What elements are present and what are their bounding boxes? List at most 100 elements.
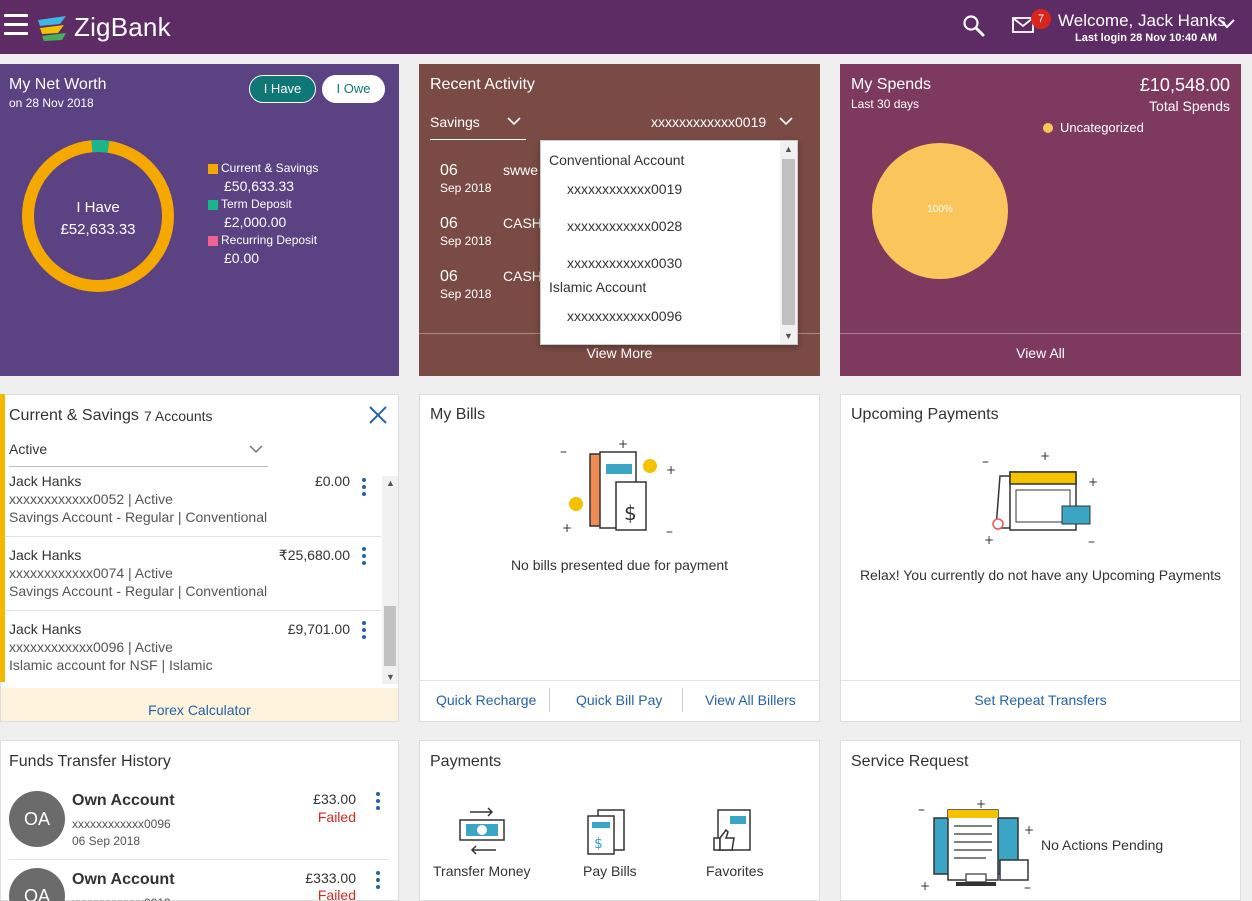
bills-illustration-icon: – + + – + $: [560, 438, 676, 538]
divider: [840, 333, 1241, 334]
pie-slice-label: 100%: [927, 204, 953, 215]
spends-period: Last 30 days: [851, 97, 920, 111]
service-request-title: Service Request: [851, 753, 969, 770]
net-worth-donut-chart: [22, 140, 174, 292]
upcoming-payments-card: [840, 394, 1241, 722]
search-icon[interactable]: [962, 14, 986, 38]
chevron-down-icon[interactable]: [506, 116, 522, 126]
svg-text:–: –: [1024, 880, 1031, 896]
transfer-payee-name[interactable]: Own Account: [72, 792, 175, 810]
pay-bills-icon[interactable]: $: [584, 808, 630, 856]
status-filter-select[interactable]: Active: [9, 441, 47, 457]
account-holder-name[interactable]: Jack Hanks: [9, 547, 81, 563]
current-savings-title: Current & Savings: [9, 407, 139, 424]
scroll-up-arrow[interactable]: ▲: [386, 478, 395, 488]
set-repeat-transfers-link[interactable]: Set Repeat Transfers: [840, 692, 1241, 708]
account-balance: ₹25,680.00: [278, 547, 350, 563]
legend-value: £50,633.33: [224, 178, 295, 194]
dropdown-option[interactable]: xxxxxxxxxxxx0030: [567, 255, 682, 271]
account-balance: £0.00: [314, 473, 350, 489]
svg-text:–: –: [560, 444, 567, 460]
transfer-money-label[interactable]: Transfer Money: [433, 863, 531, 879]
spends-total-label: Total Spends: [1149, 98, 1230, 114]
quick-bill-pay-link[interactable]: Quick Bill Pay: [576, 692, 662, 708]
view-more-link[interactable]: View More: [419, 345, 820, 361]
menu-icon[interactable]: [4, 14, 28, 36]
scroll-thumb[interactable]: [782, 159, 795, 325]
transfer-payee-name[interactable]: Own Account: [72, 871, 175, 889]
legend-label: Current & Savings: [221, 161, 319, 175]
dropdown-option[interactable]: xxxxxxxxxxxx0019: [567, 181, 682, 197]
close-icon[interactable]: [368, 405, 388, 425]
transfer-date: 06 Sep 2018: [72, 834, 141, 848]
account-type: Savings Account - Regular | Conventional: [9, 583, 268, 599]
donut-segment-current-savings: [22, 140, 174, 292]
net-worth-title: My Net Worth: [9, 76, 107, 93]
notification-badge[interactable]: 7: [1031, 9, 1051, 29]
forex-calculator-link[interactable]: Forex Calculator: [1, 702, 398, 718]
pay-bills-label[interactable]: Pay Bills: [583, 863, 637, 879]
transfer-money-icon[interactable]: [456, 806, 508, 858]
view-all-link[interactable]: View All: [840, 345, 1241, 361]
tab-i-owe[interactable]: I Owe: [322, 75, 385, 103]
divider: [420, 680, 819, 681]
chevron-down-icon[interactable]: [1218, 18, 1236, 30]
view-all-billers-link[interactable]: View All Billers: [705, 692, 796, 708]
scroll-down-arrow[interactable]: ▼: [386, 672, 395, 682]
transfer-amount: £33.00: [313, 791, 356, 807]
scroll-thumb[interactable]: [384, 606, 396, 666]
brand-name: ZigBank: [74, 12, 171, 42]
kebab-menu-icon[interactable]: [376, 792, 380, 813]
account-holder-name[interactable]: Jack Hanks: [9, 473, 81, 489]
scroll-down-arrow[interactable]: ▼: [784, 331, 793, 341]
welcome-text[interactable]: Welcome, Jack Hanks: [1058, 11, 1226, 31]
scroll-up-arrow[interactable]: ▲: [784, 144, 793, 154]
dropdown-option[interactable]: xxxxxxxxxxxx0096: [567, 308, 682, 324]
kebab-menu-icon[interactable]: [362, 547, 366, 568]
brand-logo[interactable]: ZigBank: [36, 12, 171, 43]
account-number: xxxxxxxxxxxx0052 | Active: [9, 491, 173, 507]
my-bills-title: My Bills: [430, 406, 486, 423]
chevron-down-icon[interactable]: [778, 116, 794, 126]
activity-day: 06: [440, 215, 458, 232]
legend-label: Recurring Deposit: [221, 233, 318, 247]
recent-activity-title: Recent Activity: [430, 76, 535, 93]
kebab-menu-icon[interactable]: [376, 871, 380, 892]
svg-text:+: +: [984, 533, 994, 547]
activity-day: 06: [440, 268, 458, 285]
activity-month: Sep 2018: [440, 287, 492, 301]
dropdown-group-label: Conventional Account: [549, 152, 685, 168]
legend-swatch-term-deposit: [208, 200, 218, 210]
accounts-scrollbar[interactable]: ▲ ▼: [382, 476, 398, 684]
legend-swatch-current-savings: [208, 164, 218, 174]
account-type-select[interactable]: Savings: [430, 114, 480, 130]
svg-text:–: –: [918, 802, 925, 818]
dropdown-option[interactable]: xxxxxxxxxxxx0028: [567, 218, 682, 234]
tab-i-have[interactable]: I Have: [249, 75, 316, 103]
svg-text:+: +: [1024, 823, 1034, 837]
donut-center-value: £52,633.33: [60, 221, 136, 238]
spends-total: £10,548.00: [1139, 75, 1230, 95]
bills-empty-message: No bills presented due for payment: [510, 557, 729, 573]
calendar-illustration-icon: – + + – +: [982, 449, 1098, 548]
dropdown-group-label: Islamic Account: [549, 279, 647, 295]
favorites-icon[interactable]: [710, 808, 758, 856]
chevron-down-icon[interactable]: [248, 444, 264, 454]
account-type: Savings Account - Regular | Conventional: [9, 509, 268, 525]
link-separator: [682, 688, 683, 712]
top-header: ZigBank 7 Welcome, Jack Hanks Last login…: [0, 0, 1252, 54]
activity-desc[interactable]: swwe: [503, 162, 538, 178]
account-number-select[interactable]: xxxxxxxxxxxx0019: [651, 114, 766, 130]
favorites-label[interactable]: Favorites: [706, 863, 764, 879]
service-request-message: No Actions Pending: [1041, 837, 1164, 853]
divider: [841, 680, 1240, 681]
dropdown-scrollbar[interactable]: ▲ ▼: [780, 141, 797, 344]
kebab-menu-icon[interactable]: [362, 621, 366, 642]
quick-recharge-link[interactable]: Quick Recharge: [436, 692, 536, 708]
select-underline: [430, 139, 526, 140]
account-holder-name[interactable]: Jack Hanks: [9, 621, 81, 637]
kebab-menu-icon[interactable]: [362, 478, 366, 499]
spends-title: My Spends: [851, 76, 932, 93]
activity-desc[interactable]: CASH: [503, 268, 542, 284]
activity-desc[interactable]: CASH: [503, 215, 542, 231]
